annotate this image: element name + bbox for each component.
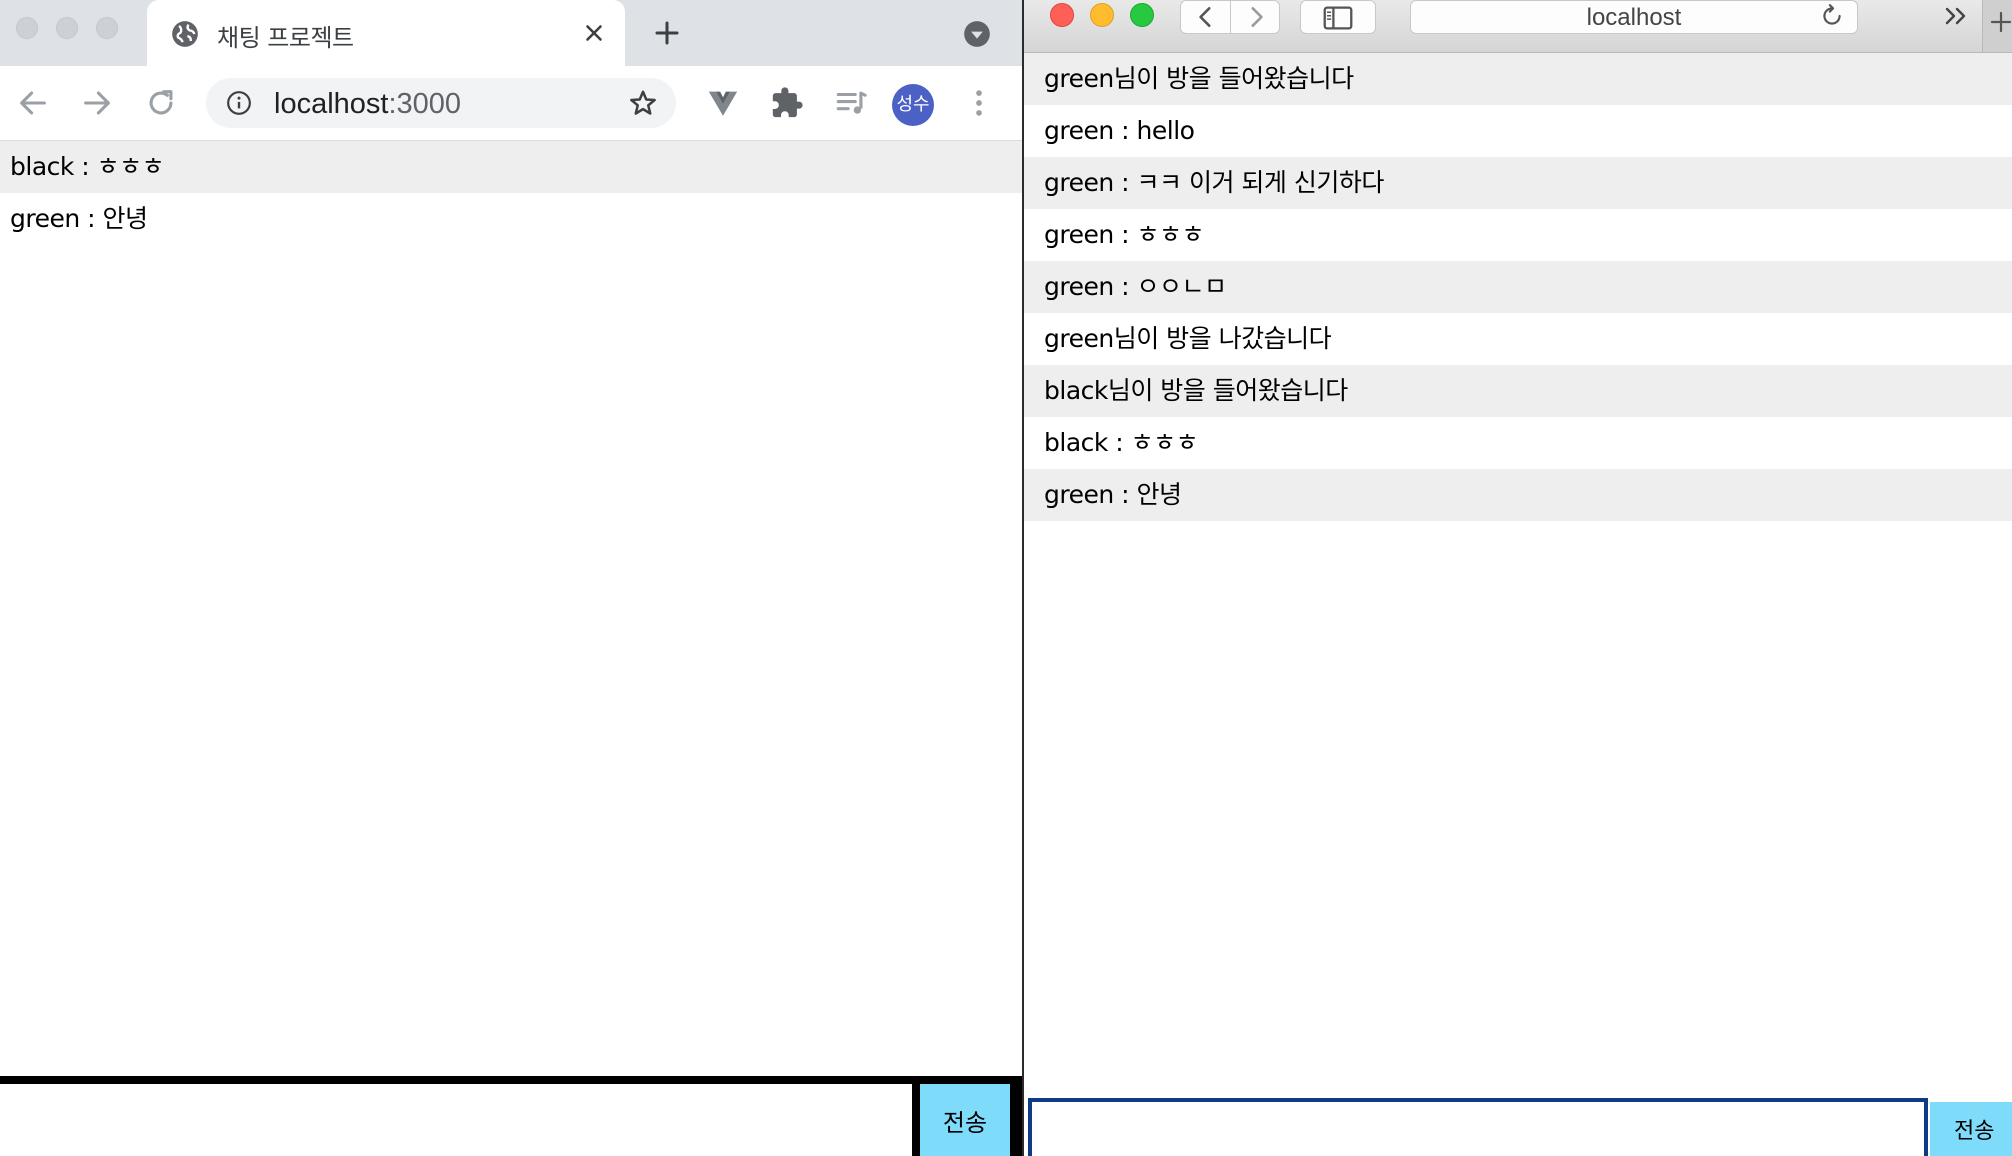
message-item: black : ㅎㅎㅎ: [1044, 428, 1199, 457]
safari-window: localhost green님이 방을 들어왔습니다 green : hell…: [1024, 0, 2012, 1156]
message-item: black : ㅎㅎㅎ: [0, 141, 1022, 193]
safari-toolbar: localhost: [1024, 0, 2012, 53]
url-host: localhost: [274, 88, 389, 120]
close-icon[interactable]: [581, 20, 607, 46]
sidebar-icon: [1323, 6, 1353, 30]
message-item: green : hello: [1044, 116, 1195, 145]
chrome-toolbar: localhost:3000 성수: [0, 66, 1022, 141]
chrome-message-list: black : ㅎㅎㅎ green : 안녕: [0, 141, 1022, 245]
message-item: green : 안녕: [1024, 469, 2012, 521]
tab-chat-project[interactable]: 채팅 프로젝트: [147, 0, 625, 66]
puzzle-icon[interactable]: [770, 86, 804, 120]
info-icon[interactable]: [226, 90, 252, 116]
message-item: green님이 방을 들어왔습니다: [1024, 53, 2012, 105]
globe-icon: [172, 21, 198, 47]
back-forward-group: [1180, 0, 1280, 34]
window-close-button[interactable]: [1050, 3, 1074, 27]
window-close-button[interactable]: [16, 17, 38, 39]
message-item: green님이 방을 나갔습니다: [1044, 324, 1332, 353]
tab-search-icon[interactable]: [963, 20, 991, 48]
more-vert-icon[interactable]: [962, 86, 996, 120]
message-item: green : ㅇㅇㄴㅁ: [1024, 261, 2012, 313]
address-bar[interactable]: localhost:3000: [206, 78, 676, 128]
plus-icon: [1990, 11, 2012, 33]
safari-send-button[interactable]: 전송: [1930, 1102, 2012, 1156]
url-text: localhost:3000: [274, 88, 461, 121]
window-minimize-button[interactable]: [56, 17, 78, 39]
chevron-left-icon[interactable]: [1193, 4, 1219, 30]
window-zoom-button[interactable]: [96, 17, 118, 39]
chrome-message-input[interactable]: [0, 1084, 912, 1156]
profile-avatar[interactable]: 성수: [892, 84, 934, 126]
message-item: black님이 방을 들어왔습니다: [1024, 365, 2012, 417]
back-arrow-icon[interactable]: [16, 86, 50, 120]
chrome-tab-strip: 채팅 프로젝트: [0, 0, 1022, 66]
tab-title: 채팅 프로젝트: [217, 24, 354, 52]
chevron-right-icon[interactable]: [1243, 4, 1269, 30]
url-port: :3000: [388, 88, 462, 120]
chrome-send-button[interactable]: 전송: [920, 1084, 1010, 1156]
forward-arrow-icon[interactable]: [80, 86, 114, 120]
reload-icon[interactable]: [144, 86, 178, 120]
star-icon[interactable]: [628, 88, 658, 118]
message-item: green : ㅎㅎㅎ: [1044, 220, 1205, 249]
reload-icon[interactable]: [1819, 3, 1845, 29]
media-queue-icon[interactable]: [834, 86, 868, 120]
window-minimize-button[interactable]: [1090, 3, 1114, 27]
safari-message-list: green님이 방을 들어왔습니다 green : hello green : …: [1024, 53, 2012, 521]
message-item: green : ㅋㅋ 이거 되게 신기하다: [1024, 157, 2012, 209]
safari-chat-form: 전송: [1024, 1094, 2012, 1156]
safari-address-bar[interactable]: localhost: [1410, 0, 1858, 34]
message-item: green : 안녕: [10, 204, 148, 233]
chrome-chat-form: 전송: [0, 1076, 1022, 1156]
sidebar-button[interactable]: [1300, 0, 1376, 34]
vue-devtools-icon[interactable]: [706, 86, 740, 120]
plus-icon[interactable]: [652, 18, 682, 48]
window-zoom-button[interactable]: [1130, 3, 1154, 27]
safari-message-input[interactable]: [1028, 1098, 1928, 1156]
chrome-window: 채팅 프로젝트 localhost:3000 성수 black: ㅎㅎㅎ gr…: [0, 0, 1022, 1156]
safari-address-text: localhost: [1586, 4, 1682, 31]
double-chevron-icon[interactable]: [1942, 2, 1972, 30]
button-separator: [1230, 1, 1231, 33]
new-tab-button[interactable]: [1982, 0, 2012, 52]
